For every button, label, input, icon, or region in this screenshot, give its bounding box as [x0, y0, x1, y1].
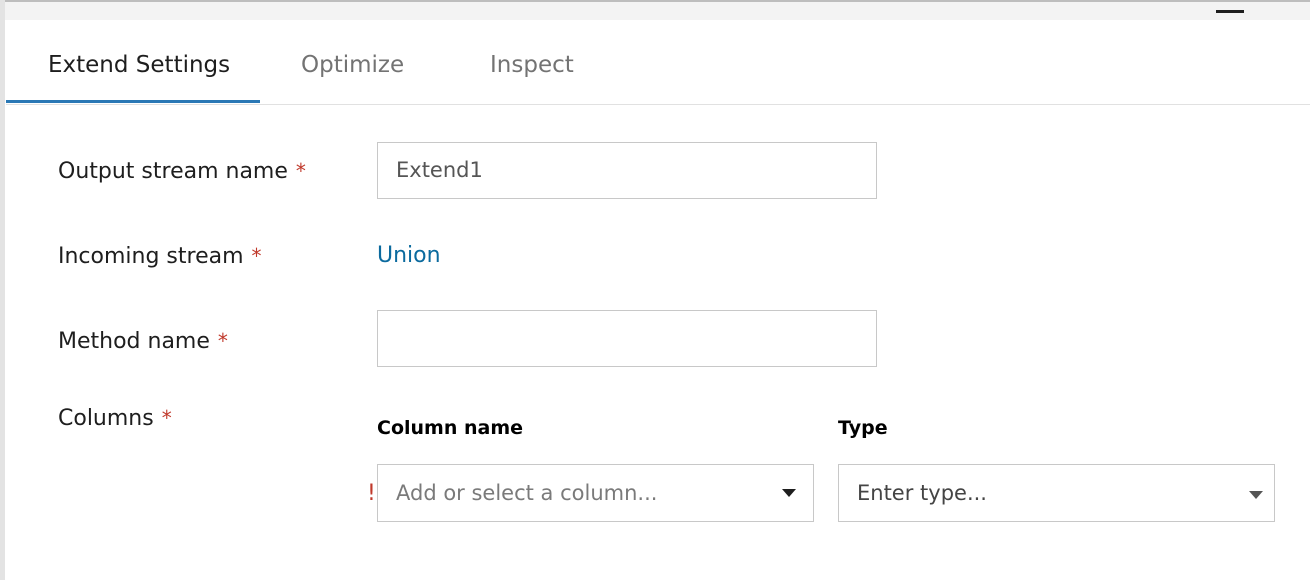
tab-inspect[interactable]: Inspect	[490, 50, 574, 80]
output-stream-name-label-text: Output stream name	[58, 159, 288, 184]
required-marker: *	[217, 329, 228, 353]
tab-extend-settings[interactable]: Extend Settings	[48, 50, 230, 80]
required-marker: *	[251, 244, 262, 268]
type-combobox[interactable]: Enter type...	[838, 464, 1275, 522]
column-name-combobox[interactable]: Add or select a column...	[377, 464, 814, 522]
method-name-label: Method name *	[58, 326, 228, 357]
incoming-stream-link[interactable]: Union	[377, 241, 441, 271]
chevron-down-icon[interactable]	[1249, 491, 1263, 499]
output-stream-name-label: Output stream name *	[58, 156, 306, 187]
column-name-placeholder: Add or select a column...	[396, 481, 658, 505]
incoming-stream-label: Incoming stream *	[58, 241, 262, 272]
panel-left-edge	[0, 0, 5, 580]
method-name-label-text: Method name	[58, 329, 210, 354]
type-header: Type	[838, 417, 888, 439]
tab-optimize[interactable]: Optimize	[301, 50, 404, 80]
incoming-stream-label-text: Incoming stream	[58, 244, 244, 269]
active-tab-indicator	[6, 100, 260, 103]
type-placeholder: Enter type...	[857, 481, 987, 505]
method-name-input[interactable]	[377, 310, 877, 367]
column-name-header: Column name	[377, 417, 524, 439]
required-marker: *	[295, 159, 306, 183]
required-marker: *	[161, 406, 172, 430]
tab-bar: Extend Settings Optimize Inspect	[6, 20, 1310, 105]
columns-label: Columns *	[58, 403, 172, 434]
columns-label-text: Columns	[58, 406, 154, 431]
chevron-down-icon[interactable]	[782, 489, 796, 497]
panel-top-bar	[0, 0, 1310, 20]
minimize-icon[interactable]	[1216, 10, 1244, 13]
extend-settings-panel: Extend Settings Optimize Inspect Output …	[0, 0, 1310, 580]
output-stream-name-input[interactable]: Extend1	[377, 142, 877, 199]
validation-error-icon: !	[367, 481, 376, 506]
